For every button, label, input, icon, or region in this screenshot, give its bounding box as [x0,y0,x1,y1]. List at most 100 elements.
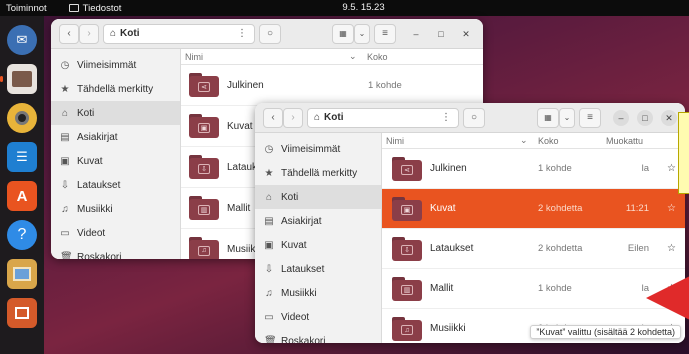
sidebar-item-label: Viimeisimmät [281,143,341,155]
file-row[interactable]: ▣ Kuvat 2 kohdetta 11:21 ☆ [382,189,685,229]
file-row[interactable]: ⋖ Julkinen 1 kohde [181,65,483,106]
annotation-arrow [646,276,689,320]
file-size: 1 kohde [538,163,572,174]
sidebar-item[interactable]: ★ Tähdellä merkitty [51,77,180,101]
column-size[interactable]: Koko [538,136,559,146]
star-icon[interactable]: ☆ [667,243,676,254]
column-size[interactable]: Koko [367,52,388,62]
close-button[interactable]: ✕ [661,110,677,126]
dock-writer[interactable]: ☰ [7,142,37,172]
sidebar-item-label: Videot [281,311,310,323]
dock-thunderbird[interactable]: ✉ [7,25,37,55]
clock-icon: ◷ [264,143,274,155]
star-icon[interactable]: ☆ [667,163,676,174]
star-icon: ★ [60,83,70,95]
annotation-note [678,112,689,194]
sidebar-item-label: Kuvat [281,239,307,251]
sidebar-item-label: Videot [77,227,106,239]
dock-impress[interactable] [7,298,37,328]
forward-button[interactable]: › [79,23,99,44]
sidebar-item[interactable]: ▣ Kuvat [51,149,180,173]
sidebar-item[interactable]: ▭ Videot [51,221,180,245]
sidebar-item[interactable]: ▣ Kuvat [255,233,381,257]
download-icon: ⇩ [60,179,70,191]
chevron-down-icon: ⌄ [563,113,571,122]
minimize-button[interactable]: – [613,110,629,126]
file-name: Kuvat [430,203,456,214]
writer-icon: ☰ [16,149,28,164]
file-name: Musiik [227,243,256,255]
dock-help[interactable]: ? [7,220,37,250]
sidebar-item[interactable]: ▭ Videot [255,305,381,329]
column-name[interactable]: Nimi [185,52,203,62]
sort-icon: ⌄ [520,135,528,145]
column-modified[interactable]: Muokattu [606,136,643,146]
folder-icon: ⋖ [392,156,422,181]
view-toggle-button[interactable]: ▦ [537,107,559,128]
sidebar-item[interactable]: ◷ Viimeisimmät [51,53,180,77]
sidebar-item[interactable]: 🗑 Roskakori [51,245,180,260]
forward-button[interactable]: › [283,107,303,128]
sidebar-item[interactable]: ⇩ Lataukset [255,257,381,281]
sidebar-item-label: Musiikki [77,203,113,215]
music-icon: ♫ [265,287,273,299]
star-icon[interactable]: ☆ [667,203,676,214]
sidebar-item[interactable]: ▤ Asiakirjat [51,125,180,149]
sidebar-item[interactable]: ⇩ Lataukset [51,173,180,197]
file-name: Julkinen [430,163,467,174]
clock-icon: ◷ [60,59,70,71]
hamburger-menu-button[interactable]: ≡ [579,107,601,128]
file-row[interactable]: ▥ Mallit 1 kohde la ☆ [382,269,685,309]
view-options-button[interactable]: ⌄ [559,107,575,128]
clock-text: 9.5. 15.23 [342,2,385,13]
folder-icon: ▥ [392,276,422,301]
back-button[interactable]: ‹ [263,107,283,128]
view-toggle-button[interactable]: ▦ [332,23,354,44]
sidebar-item[interactable]: ⌂ Koti [255,185,381,209]
close-button[interactable]: ✕ [458,26,474,42]
dock: ✉ ☰ A ? [0,16,44,354]
dock-rhythmbox[interactable] [7,103,37,133]
file-name: Lataukset [430,243,474,254]
download-emblem-icon: ⇩ [401,245,413,255]
chevron-down-icon: ⌄ [358,29,366,38]
sidebar-item[interactable]: ♫ Musiikki [255,281,381,305]
search-button[interactable]: ○ [259,23,281,44]
files-icon [12,71,32,87]
dock-image-viewer[interactable] [7,259,37,289]
files-window-front[interactable]: ‹ › ⌂ Koti ⋮ ○ ▦ ⌄ ≡ – □ ✕ ◷ Viimeisimmät… [255,103,685,343]
clock[interactable]: 9.5. 15.23 [0,2,689,13]
sidebar-item[interactable]: ⌂ Koti [51,101,180,125]
home-icon: ⌂ [265,191,273,203]
download-emblem-icon: ⇩ [198,163,210,174]
sidebar-item[interactable]: ▤ Asiakirjat [255,209,381,233]
search-button[interactable]: ○ [463,107,485,128]
menu-button[interactable]: ⋮ [230,24,254,44]
menu-button[interactable]: ⋮ [435,108,457,128]
view-options-button[interactable]: ⌄ [354,23,370,44]
folder-icon: ⇩ [189,155,219,179]
file-row[interactable]: ⋖ Julkinen 1 kohde la ☆ [382,149,685,189]
home-icon: ⌂ [314,112,321,123]
dock-app-center[interactable]: A [7,181,37,211]
sidebar-item[interactable]: ◷ Viimeisimmät [255,137,381,161]
header-bar: ‹ › ⌂ Koti ⋮ ○ ▦ ⌄ ≡ – □ ✕ [51,19,483,49]
sidebar-item[interactable]: ★ Tähdellä merkitty [255,161,381,185]
file-row[interactable]: ⇩ Lataukset 2 kohdetta Eilen ☆ [382,229,685,269]
maximize-button[interactable]: □ [433,26,449,42]
search-icon: ○ [470,112,478,123]
header-bar: ‹ › ⌂ Koti ⋮ ○ ▦ ⌄ ≡ – □ ✕ [255,103,685,133]
hamburger-menu-button[interactable]: ≡ [374,23,396,44]
column-name[interactable]: Nimi [386,136,404,146]
app-center-icon: A [16,187,28,205]
file-size: 1 kohde [368,79,402,91]
sidebar-item[interactable]: ♫ Musiikki [51,197,180,221]
sidebar-item[interactable]: 🗑 Roskakori [255,329,381,344]
back-button[interactable]: ‹ [59,23,79,44]
music-emblem-icon: ♫ [198,245,210,256]
dock-files[interactable] [0,64,37,94]
minimize-button[interactable]: – [408,26,424,42]
file-name: Mallit [227,202,251,214]
sidebar-item-label: Tähdellä merkitty [281,167,358,179]
maximize-button[interactable]: □ [637,110,653,126]
